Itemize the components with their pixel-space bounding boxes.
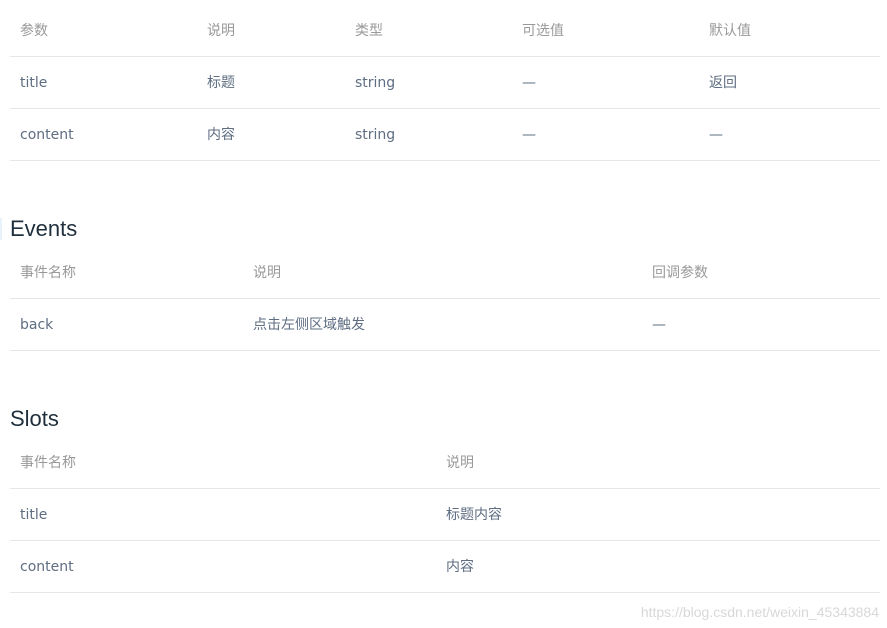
table-cell: title — [10, 56, 197, 109]
column-header: 可选值 — [512, 5, 699, 57]
column-header: 回调参数 — [642, 247, 880, 299]
table-row: title 标题内容 — [10, 488, 880, 541]
documentation-page: 参数 说明 类型 可选值 默认值 title 标题 string — 返回 co… — [0, 0, 887, 593]
table-cell: 返回 — [699, 56, 880, 109]
table-cell: string — [345, 56, 512, 109]
table-cell: 内容 — [436, 540, 880, 593]
table-row: back 点击左侧区域触发 — — [10, 298, 880, 351]
table-cell: 标题内容 — [436, 488, 880, 541]
table-header-row: 事件名称 说明 — [10, 437, 880, 489]
slots-heading: Slots — [0, 404, 887, 434]
events-heading-text: Events — [10, 216, 78, 241]
slots-table: 事件名称 说明 title 标题内容 content 内容 — [10, 437, 880, 593]
watermark: https://blog.csdn.net/weixin_45343884 — [640, 604, 879, 620]
table-header-row: 参数 说明 类型 可选值 默认值 — [10, 5, 880, 57]
table-cell: title — [10, 488, 436, 541]
column-header: 事件名称 — [10, 247, 243, 299]
heading-anchor-marker — [0, 218, 2, 240]
table-row: title 标题 string — 返回 — [10, 56, 880, 109]
slots-heading-text: Slots — [10, 406, 59, 431]
events-table: 事件名称 说明 回调参数 back 点击左侧区域触发 — — [10, 247, 880, 351]
column-header: 事件名称 — [10, 437, 436, 489]
table-cell: content — [10, 108, 197, 161]
column-header: 说明 — [197, 5, 345, 57]
column-header: 默认值 — [699, 5, 880, 57]
table-header-row: 事件名称 说明 回调参数 — [10, 247, 880, 299]
table-row: content 内容 string — — — [10, 108, 880, 161]
table-cell: 点击左侧区域触发 — [243, 298, 642, 351]
events-heading: Events — [0, 214, 887, 244]
table-cell: — — [512, 108, 699, 161]
column-header: 说明 — [243, 247, 642, 299]
table-cell: 标题 — [197, 56, 345, 109]
table-cell: content — [10, 540, 436, 593]
table-cell: 内容 — [197, 108, 345, 161]
table-cell: back — [10, 298, 243, 351]
table-cell: — — [699, 108, 880, 161]
table-row: content 内容 — [10, 540, 880, 593]
table-cell: string — [345, 108, 512, 161]
column-header: 类型 — [345, 5, 512, 57]
attributes-table: 参数 说明 类型 可选值 默认值 title 标题 string — 返回 co… — [10, 5, 880, 161]
table-cell: — — [642, 298, 880, 351]
column-header: 说明 — [436, 437, 880, 489]
column-header: 参数 — [10, 5, 197, 57]
table-cell: — — [512, 56, 699, 109]
